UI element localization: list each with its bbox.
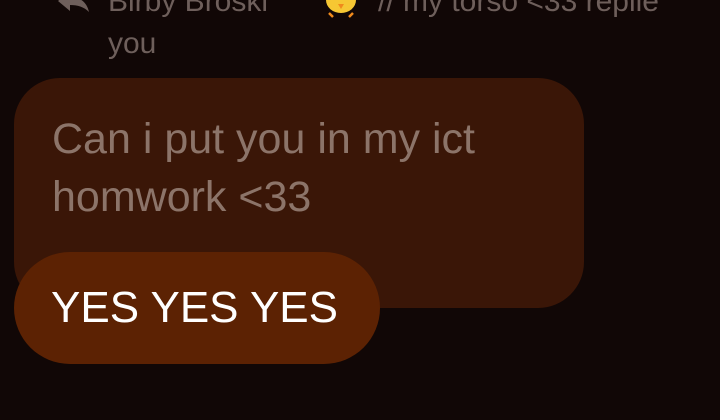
reply-message-text: YES YES YES [51,283,338,332]
reply-message-bubble[interactable]: YES YES YES [14,252,380,364]
reply-snippet-continuation: you [108,27,157,60]
quoted-message-text: Can i put you in my ict homwork <33 [52,115,476,221]
reply-snippet: // my torso <33 replie [378,0,659,18]
chick-emoji-icon [318,0,364,18]
reply-sender-name: Birby Broski [108,0,269,18]
reply-arrow-icon [56,0,90,12]
